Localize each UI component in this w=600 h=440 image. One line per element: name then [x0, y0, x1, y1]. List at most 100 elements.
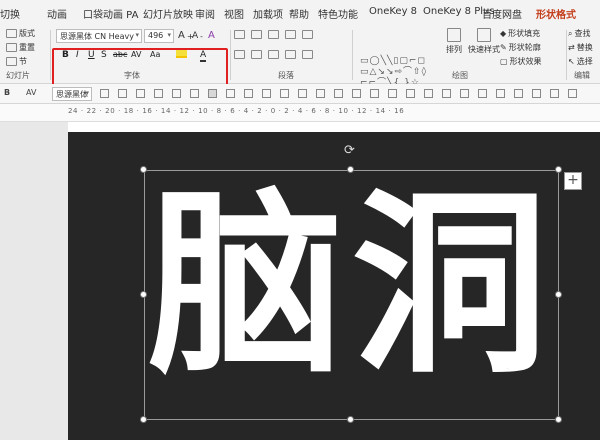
tab-features[interactable]: 特色功能 [318, 6, 358, 21]
ribbon-tab-bar: 切换 动画 口袋动画 PA 幻灯片放映 审阅 视图 加载项 帮助 特色功能 On… [0, 0, 600, 26]
resize-handle[interactable] [555, 291, 562, 298]
align-right-icon[interactable] [268, 50, 279, 59]
layout-icon [6, 29, 17, 38]
slides-group-label: 幻灯片 [6, 71, 30, 80]
mini-icon[interactable] [532, 89, 541, 98]
section-button[interactable]: 节 [6, 56, 27, 67]
reset-button[interactable]: 重置 [6, 42, 35, 53]
mini-bold-button[interactable]: B [4, 88, 10, 97]
mini-icon[interactable] [280, 89, 289, 98]
line-spacing-icon[interactable] [302, 30, 313, 39]
mini-icon[interactable] [100, 89, 109, 98]
mini-font-select[interactable]: 思源黑体 ▾ [52, 87, 92, 101]
pen-icon: ✎ [500, 43, 507, 52]
shape-effects-button[interactable]: ▢ 形状效果 [500, 56, 542, 67]
mini-icon[interactable] [316, 89, 325, 98]
mini-icon[interactable] [442, 89, 451, 98]
mini-icon[interactable] [460, 89, 469, 98]
mini-spacing-button[interactable]: AV [26, 88, 36, 97]
mini-icon[interactable] [118, 89, 127, 98]
mini-icon[interactable] [388, 89, 397, 98]
editing-group-label: 编辑 [574, 71, 590, 80]
shape-fill-button[interactable]: ◆ 形状填充 [500, 28, 540, 39]
font-size-select[interactable]: 496 ▾ [144, 29, 174, 43]
reset-icon [6, 43, 17, 52]
mini-icon[interactable] [136, 89, 145, 98]
mini-icon[interactable] [334, 89, 343, 98]
tab-transitions[interactable]: 切换 [0, 6, 20, 21]
resize-handle[interactable] [140, 166, 147, 173]
tab-view[interactable]: 视图 [224, 6, 244, 21]
mini-icon[interactable] [496, 89, 505, 98]
resize-handle[interactable] [347, 166, 354, 173]
tab-onekey8[interactable]: OneKey 8 [369, 6, 417, 17]
group-divider [230, 30, 231, 80]
resize-handle[interactable] [140, 291, 147, 298]
justify-icon[interactable] [285, 50, 296, 59]
find-button[interactable]: ⌕ 查找 [568, 28, 590, 39]
tab-addins[interactable]: 加载项 [253, 6, 283, 21]
text-box-selection[interactable] [144, 170, 559, 420]
group-divider [50, 30, 51, 80]
canvas-gutter [0, 122, 68, 440]
mini-icon[interactable] [262, 89, 271, 98]
font-family-select[interactable]: 思源黑体 CN Heavy ▾ [56, 29, 142, 43]
mini-icon[interactable] [154, 89, 163, 98]
layout-button[interactable]: 版式 [6, 28, 35, 39]
tab-shape-format[interactable]: 形状格式 [536, 6, 576, 21]
mini-icon[interactable] [568, 89, 577, 98]
mini-icon[interactable] [352, 89, 361, 98]
mini-icon[interactable] [190, 89, 199, 98]
drawing-group-label: 绘图 [452, 71, 468, 80]
mini-icon[interactable] [370, 89, 379, 98]
mini-icon[interactable] [298, 89, 307, 98]
group-divider [566, 30, 567, 80]
tab-slideshow[interactable]: 幻灯片放映 [143, 6, 193, 21]
list-controls [234, 30, 313, 39]
clear-format-button[interactable]: A [208, 30, 215, 41]
group-divider [352, 30, 353, 80]
numbering-icon[interactable] [251, 30, 262, 39]
shape-outline-button[interactable]: ✎ 形状轮廓 [500, 42, 541, 53]
tab-help[interactable]: 帮助 [289, 6, 309, 21]
tab-animations[interactable]: 动画 [47, 6, 67, 21]
replace-icon: ⇄ [568, 43, 575, 52]
effects-icon: ▢ [500, 57, 508, 66]
arrange-button[interactable]: 排列 [446, 28, 462, 55]
mini-icon[interactable] [478, 89, 487, 98]
mini-icon[interactable] [172, 89, 181, 98]
align-center-icon[interactable] [251, 50, 262, 59]
mini-icon[interactable] [226, 89, 235, 98]
select-button[interactable]: ↖ 选择 [568, 56, 593, 67]
mini-icon[interactable] [424, 89, 433, 98]
ruler-numbers: 24 · 22 · 20 · 18 · 16 · 14 · 12 · 10 · … [68, 107, 405, 115]
tab-baidu-netdisk[interactable]: 百度网盘 [482, 6, 522, 21]
resize-handle[interactable] [347, 416, 354, 423]
resize-handle[interactable] [555, 416, 562, 423]
mini-icon[interactable] [406, 89, 415, 98]
increase-indent-icon[interactable] [285, 30, 296, 39]
mini-icon[interactable] [244, 89, 253, 98]
quick-format-bar: B AV 思源黑体 ▾ [0, 84, 600, 104]
resize-handle[interactable] [555, 166, 562, 173]
search-icon: ⌕ [568, 28, 573, 38]
resize-handle[interactable] [140, 416, 147, 423]
bullets-icon[interactable] [234, 30, 245, 39]
align-left-icon[interactable] [234, 50, 245, 59]
replace-button[interactable]: ⇄ 替换 [568, 42, 593, 53]
chevron-down-icon: ▾ [135, 31, 139, 39]
decrease-indent-icon[interactable] [268, 30, 279, 39]
mini-icon[interactable] [550, 89, 559, 98]
quick-styles-button[interactable]: 快速样式 [468, 28, 500, 55]
shrink-font-button[interactable]: A- [192, 31, 203, 41]
rotate-handle-icon[interactable]: ⟳ [344, 143, 355, 158]
tab-review[interactable]: 审阅 [195, 6, 215, 21]
tab-pocket-animation[interactable]: 口袋动画 PA [83, 6, 138, 21]
columns-icon[interactable] [302, 50, 313, 59]
ribbon: 版式 重置 节 幻灯片 思源黑体 CN Heavy ▾ 496 ▾ A + A- A … [0, 26, 600, 96]
align-controls [234, 50, 313, 59]
arrange-icon [447, 28, 461, 42]
mini-icon[interactable] [514, 89, 523, 98]
add-button[interactable]: + [564, 172, 582, 190]
mini-icon[interactable] [208, 89, 217, 98]
